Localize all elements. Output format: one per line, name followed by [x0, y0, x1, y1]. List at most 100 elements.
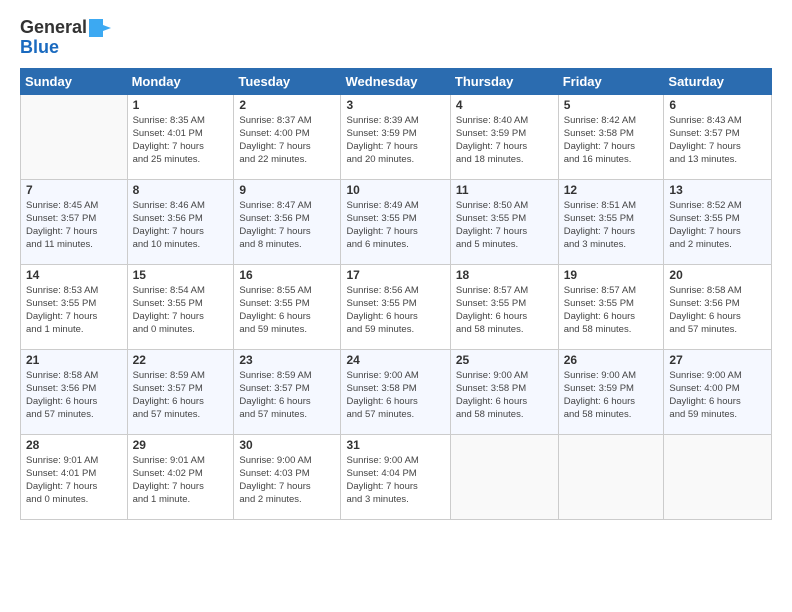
- day-number: 8: [133, 183, 229, 197]
- calendar-day-cell: 17 Sunrise: 8:56 AM Sunset: 3:55 PM Dayli…: [341, 264, 450, 349]
- page-header: General Blue: [20, 18, 772, 58]
- calendar-day-cell: 10Sunrise: 8:49 AM Sunset: 3:55 PM Dayli…: [341, 179, 450, 264]
- day-info: Sunrise: 8:35 AM Sunset: 4:01 PM Dayligh…: [133, 114, 229, 167]
- calendar-week-row: 1 Sunrise: 8:35 AM Sunset: 4:01 PM Daylig…: [21, 94, 772, 179]
- day-number: 24: [346, 353, 444, 367]
- day-info: Sunrise: 9:01 AM Sunset: 4:01 PM Dayligh…: [26, 454, 122, 507]
- day-number: 25: [456, 353, 553, 367]
- calendar-day-cell: [664, 434, 772, 519]
- day-info: Sunrise: 8:58 AM Sunset: 3:56 PM Dayligh…: [669, 284, 766, 337]
- day-info: Sunrise: 9:00 AM Sunset: 3:58 PM Dayligh…: [346, 369, 444, 422]
- calendar-day-cell: 12 Sunrise: 8:51 AM Sunset: 3:55 PM Dayli…: [558, 179, 664, 264]
- calendar-day-cell: 20 Sunrise: 8:58 AM Sunset: 3:56 PM Dayli…: [664, 264, 772, 349]
- day-number: 10: [346, 183, 444, 197]
- day-info: Sunrise: 9:00 AM Sunset: 4:00 PM Dayligh…: [669, 369, 766, 422]
- day-info: Sunrise: 8:59 AM Sunset: 3:57 PM Dayligh…: [239, 369, 335, 422]
- calendar-day-cell: [21, 94, 128, 179]
- day-of-week-header: Tuesday: [234, 68, 341, 94]
- day-info: Sunrise: 8:59 AM Sunset: 3:57 PM Dayligh…: [133, 369, 229, 422]
- day-number: 16: [239, 268, 335, 282]
- calendar-day-cell: 4 Sunrise: 8:40 AM Sunset: 3:59 PM Daylig…: [450, 94, 558, 179]
- calendar-header-row: SundayMondayTuesdayWednesdayThursdayFrid…: [21, 68, 772, 94]
- day-info: Sunrise: 8:51 AM Sunset: 3:55 PM Dayligh…: [564, 199, 659, 252]
- calendar-week-row: 28 Sunrise: 9:01 AM Sunset: 4:01 PM Dayli…: [21, 434, 772, 519]
- day-info: Sunrise: 8:46 AM Sunset: 3:56 PM Dayligh…: [133, 199, 229, 252]
- calendar-day-cell: 19 Sunrise: 8:57 AM Sunset: 3:55 PM Dayli…: [558, 264, 664, 349]
- day-number: 7: [26, 183, 122, 197]
- calendar-day-cell: 6 Sunrise: 8:43 AM Sunset: 3:57 PM Daylig…: [664, 94, 772, 179]
- day-info: Sunrise: 9:00 AM Sunset: 4:04 PM Dayligh…: [346, 454, 444, 507]
- calendar-day-cell: 7 Sunrise: 8:45 AM Sunset: 3:57 PM Daylig…: [21, 179, 128, 264]
- calendar-day-cell: 16 Sunrise: 8:55 AM Sunset: 3:55 PM Dayli…: [234, 264, 341, 349]
- day-number: 5: [564, 98, 659, 112]
- day-info: Sunrise: 8:58 AM Sunset: 3:56 PM Dayligh…: [26, 369, 122, 422]
- calendar-day-cell: 28 Sunrise: 9:01 AM Sunset: 4:01 PM Dayli…: [21, 434, 128, 519]
- calendar-table: SundayMondayTuesdayWednesdayThursdayFrid…: [20, 68, 772, 520]
- day-number: 21: [26, 353, 122, 367]
- calendar-day-cell: 1 Sunrise: 8:35 AM Sunset: 4:01 PM Daylig…: [127, 94, 234, 179]
- day-number: 2: [239, 98, 335, 112]
- day-info: Sunrise: 8:40 AM Sunset: 3:59 PM Dayligh…: [456, 114, 553, 167]
- calendar-week-row: 14 Sunrise: 8:53 AM Sunset: 3:55 PM Dayli…: [21, 264, 772, 349]
- calendar-day-cell: 22Sunrise: 8:59 AM Sunset: 3:57 PM Dayli…: [127, 349, 234, 434]
- day-number: 19: [564, 268, 659, 282]
- logo-arrow-icon: [89, 19, 111, 37]
- day-number: 27: [669, 353, 766, 367]
- logo: General Blue: [20, 18, 111, 58]
- day-info: Sunrise: 8:50 AM Sunset: 3:55 PM Dayligh…: [456, 199, 553, 252]
- calendar-day-cell: 15 Sunrise: 8:54 AM Sunset: 3:55 PM Dayli…: [127, 264, 234, 349]
- day-info: Sunrise: 9:00 AM Sunset: 3:59 PM Dayligh…: [564, 369, 659, 422]
- day-info: Sunrise: 9:01 AM Sunset: 4:02 PM Dayligh…: [133, 454, 229, 507]
- day-info: Sunrise: 8:42 AM Sunset: 3:58 PM Dayligh…: [564, 114, 659, 167]
- day-number: 6: [669, 98, 766, 112]
- day-number: 14: [26, 268, 122, 282]
- calendar-day-cell: 21 Sunrise: 8:58 AM Sunset: 3:56 PM Dayli…: [21, 349, 128, 434]
- day-info: Sunrise: 9:00 AM Sunset: 4:03 PM Dayligh…: [239, 454, 335, 507]
- day-number: 31: [346, 438, 444, 452]
- day-info: Sunrise: 8:43 AM Sunset: 3:57 PM Dayligh…: [669, 114, 766, 167]
- day-of-week-header: Thursday: [450, 68, 558, 94]
- day-of-week-header: Monday: [127, 68, 234, 94]
- calendar-day-cell: 18Sunrise: 8:57 AM Sunset: 3:55 PM Dayli…: [450, 264, 558, 349]
- day-info: Sunrise: 8:56 AM Sunset: 3:55 PM Dayligh…: [346, 284, 444, 337]
- calendar-day-cell: 24 Sunrise: 9:00 AM Sunset: 3:58 PM Dayli…: [341, 349, 450, 434]
- day-number: 13: [669, 183, 766, 197]
- calendar-day-cell: 27 Sunrise: 9:00 AM Sunset: 4:00 PM Dayli…: [664, 349, 772, 434]
- calendar-day-cell: 26Sunrise: 9:00 AM Sunset: 3:59 PM Dayli…: [558, 349, 664, 434]
- day-number: 12: [564, 183, 659, 197]
- day-number: 23: [239, 353, 335, 367]
- day-number: 30: [239, 438, 335, 452]
- day-info: Sunrise: 8:55 AM Sunset: 3:55 PM Dayligh…: [239, 284, 335, 337]
- calendar-day-cell: [558, 434, 664, 519]
- day-number: 1: [133, 98, 229, 112]
- calendar-day-cell: 14 Sunrise: 8:53 AM Sunset: 3:55 PM Dayli…: [21, 264, 128, 349]
- calendar-day-cell: 11Sunrise: 8:50 AM Sunset: 3:55 PM Dayli…: [450, 179, 558, 264]
- day-number: 29: [133, 438, 229, 452]
- calendar-week-row: 21 Sunrise: 8:58 AM Sunset: 3:56 PM Dayli…: [21, 349, 772, 434]
- day-number: 18: [456, 268, 553, 282]
- day-info: Sunrise: 8:54 AM Sunset: 3:55 PM Dayligh…: [133, 284, 229, 337]
- day-info: Sunrise: 8:45 AM Sunset: 3:57 PM Dayligh…: [26, 199, 122, 252]
- day-info: Sunrise: 8:57 AM Sunset: 3:55 PM Dayligh…: [564, 284, 659, 337]
- calendar-day-cell: 13 Sunrise: 8:52 AM Sunset: 3:55 PM Dayli…: [664, 179, 772, 264]
- day-info: Sunrise: 8:52 AM Sunset: 3:55 PM Dayligh…: [669, 199, 766, 252]
- day-of-week-header: Wednesday: [341, 68, 450, 94]
- calendar-day-cell: 2Sunrise: 8:37 AM Sunset: 4:00 PM Daylig…: [234, 94, 341, 179]
- day-info: Sunrise: 8:53 AM Sunset: 3:55 PM Dayligh…: [26, 284, 122, 337]
- calendar-day-cell: [450, 434, 558, 519]
- day-number: 15: [133, 268, 229, 282]
- day-number: 20: [669, 268, 766, 282]
- logo-general: General: [20, 18, 87, 38]
- day-of-week-header: Sunday: [21, 68, 128, 94]
- calendar-day-cell: 30 Sunrise: 9:00 AM Sunset: 4:03 PM Dayli…: [234, 434, 341, 519]
- calendar-day-cell: 23 Sunrise: 8:59 AM Sunset: 3:57 PM Dayli…: [234, 349, 341, 434]
- calendar-day-cell: 25Sunrise: 9:00 AM Sunset: 3:58 PM Dayli…: [450, 349, 558, 434]
- day-number: 17: [346, 268, 444, 282]
- day-number: 4: [456, 98, 553, 112]
- calendar-day-cell: 8 Sunrise: 8:46 AM Sunset: 3:56 PM Daylig…: [127, 179, 234, 264]
- calendar-week-row: 7 Sunrise: 8:45 AM Sunset: 3:57 PM Daylig…: [21, 179, 772, 264]
- day-info: Sunrise: 8:39 AM Sunset: 3:59 PM Dayligh…: [346, 114, 444, 167]
- day-number: 28: [26, 438, 122, 452]
- calendar-day-cell: 29 Sunrise: 9:01 AM Sunset: 4:02 PM Dayli…: [127, 434, 234, 519]
- day-number: 9: [239, 183, 335, 197]
